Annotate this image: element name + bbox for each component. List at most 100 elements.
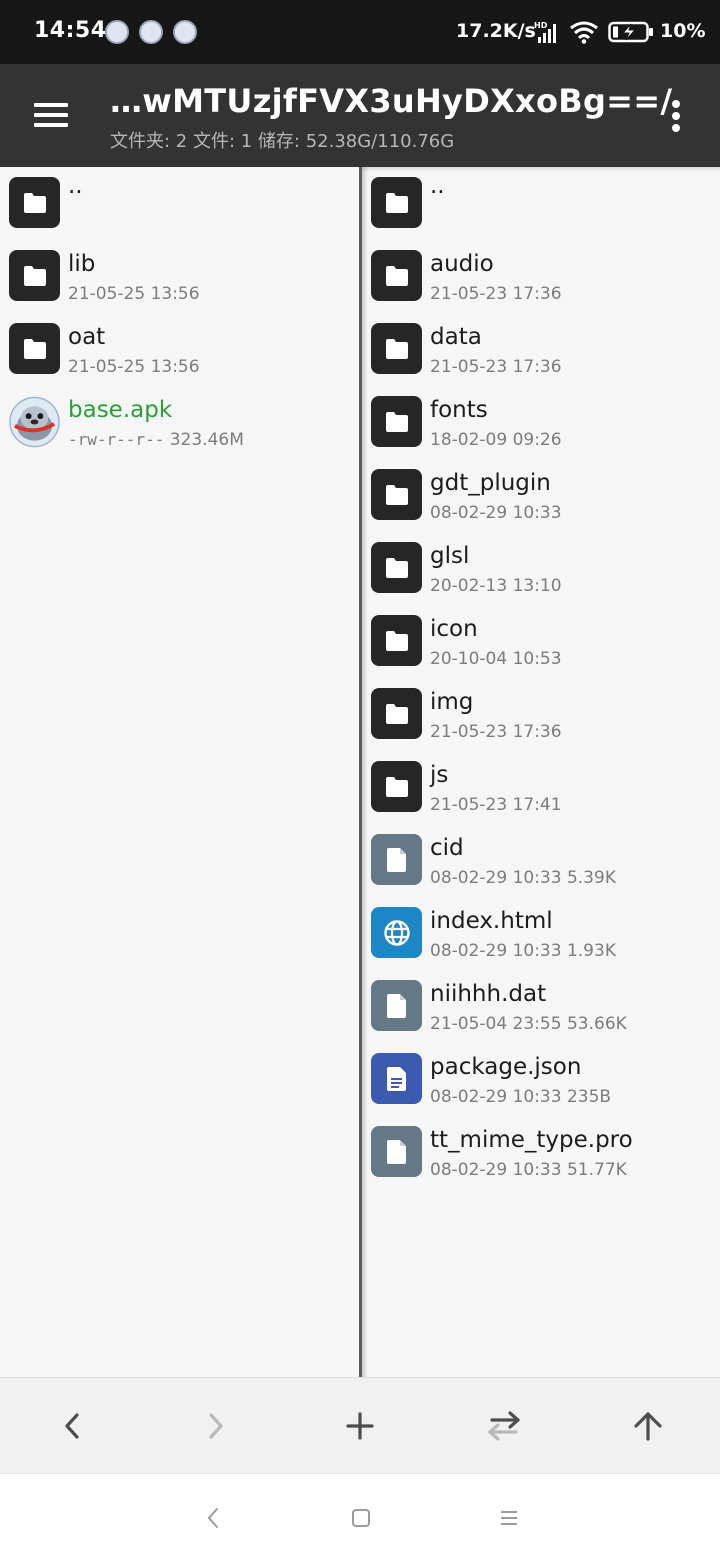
file-name: ..: [430, 173, 445, 199]
document-icon: [371, 1053, 422, 1104]
list-item-tt-mime-type[interactable]: tt_mime_type.pro 08-02-29 10:33 51.77K: [362, 1116, 720, 1189]
file-name: js: [430, 762, 449, 788]
file-meta: 21-05-23 17:36: [430, 357, 562, 377]
folder-icon: [371, 688, 422, 739]
file-meta: 18-02-09 09:26: [430, 430, 562, 450]
file-size: 323.46M: [169, 430, 244, 450]
file-name: ..: [68, 173, 83, 199]
list-item-index-html[interactable]: index.html 08-02-29 10:33 1.93K: [362, 897, 720, 970]
file-name: glsl: [430, 543, 470, 569]
file-permissions: -rw-r--r--: [68, 430, 165, 449]
file-meta: -rw-r--r-- 323.46M: [68, 430, 244, 450]
list-item-cid[interactable]: cid 08-02-29 10:33 5.39K: [362, 824, 720, 897]
nav-back-icon[interactable]: [199, 1504, 227, 1532]
file-icon: [371, 980, 422, 1031]
list-item-package-json[interactable]: package.json 08-02-29 10:33 235B: [362, 1043, 720, 1116]
svg-text:HD: HD: [534, 21, 548, 30]
folder-icon: [371, 177, 422, 228]
list-item-oat[interactable]: oat 21-05-25 13:56: [0, 313, 360, 386]
folder-icon: [9, 250, 60, 301]
globe-icon: [371, 907, 422, 958]
file-name: img: [430, 689, 474, 715]
network-speed: 17.2K/s: [456, 20, 536, 42]
back-arrow-icon[interactable]: [48, 1402, 96, 1450]
notification-app-icon: [173, 20, 197, 44]
file-meta: 21-05-23 17:41: [430, 795, 562, 815]
status-bar: 14:54 17.2K/s HD 10%: [0, 0, 720, 64]
folder-icon: [371, 250, 422, 301]
file-meta: 21-05-23 17:36: [430, 284, 562, 304]
file-meta: 20-10-04 10:53: [430, 649, 562, 669]
status-time: 14:54: [34, 18, 107, 43]
folder-icon: [371, 542, 422, 593]
file-meta: 08-02-29 10:33: [430, 503, 562, 523]
folder-icon: [371, 396, 422, 447]
file-name: lib: [68, 251, 96, 277]
more-options-icon[interactable]: [656, 92, 696, 140]
file-meta: 08-02-29 10:33 235B: [430, 1087, 612, 1107]
file-name: fonts: [430, 397, 488, 423]
file-icon: [371, 1126, 422, 1177]
hd-signal-icon: HD: [534, 21, 556, 43]
battery-percent: 10%: [660, 20, 706, 42]
list-item-glsl[interactable]: glsl 20-02-13 13:10: [362, 532, 720, 605]
forward-arrow-icon[interactable]: [192, 1402, 240, 1450]
list-item-data[interactable]: data 21-05-23 17:36: [362, 313, 720, 386]
menu-icon[interactable]: [26, 92, 76, 138]
list-item-niihhh-dat[interactable]: niihhh.dat 21-05-04 23:55 53.66K: [362, 970, 720, 1043]
file-name: gdt_plugin: [430, 470, 551, 496]
battery-charging-icon: [608, 21, 653, 43]
file-name: base.apk: [68, 397, 173, 423]
left-file-pane[interactable]: .. lib 21-05-25 13:56 oat 21-05-25 13:56: [0, 167, 360, 1377]
folder-icon: [371, 615, 422, 666]
list-item-fonts[interactable]: fonts 18-02-09 09:26: [362, 386, 720, 459]
system-nav-bar: [0, 1473, 720, 1560]
app-bar: …wMTUzjfFVX3uHyDXxoBg==/ 文件夹: 2 文件: 1 储存…: [0, 64, 720, 167]
notification-app-icon: [139, 20, 163, 44]
file-name: tt_mime_type.pro: [430, 1127, 633, 1153]
nav-recents-icon[interactable]: [495, 1504, 523, 1532]
file-name: niihhh.dat: [430, 981, 547, 1007]
list-item-lib[interactable]: lib 21-05-25 13:56: [0, 240, 360, 313]
file-meta: 21-05-23 17:36: [430, 722, 562, 742]
file-meta: 08-02-29 10:33 1.93K: [430, 941, 616, 961]
path-title: …wMTUzjfFVX3uHyDXxoBg==/: [110, 82, 673, 120]
file-name: package.json: [430, 1054, 582, 1080]
file-meta: 08-02-29 10:33 5.39K: [430, 868, 616, 888]
file-name: index.html: [430, 908, 553, 934]
list-item-img[interactable]: img 21-05-23 17:36: [362, 678, 720, 751]
file-meta: 21-05-04 23:55 53.66K: [430, 1014, 627, 1034]
wifi-icon: [570, 21, 598, 44]
nav-home-icon[interactable]: [347, 1504, 375, 1532]
bottom-toolbar: [0, 1377, 720, 1473]
folder-icon: [9, 177, 60, 228]
list-item-audio[interactable]: audio 21-05-23 17:36: [362, 240, 720, 313]
file-meta: 21-05-25 13:56: [68, 284, 200, 304]
file-icon: [371, 834, 422, 885]
list-item-base-apk[interactable]: base.apk -rw-r--r-- 323.46M: [0, 386, 360, 459]
folder-icon: [371, 761, 422, 812]
folder-icon: [371, 323, 422, 374]
file-name: oat: [68, 324, 106, 350]
file-meta: 21-05-25 13:56: [68, 357, 200, 377]
notification-app-icon: [105, 20, 129, 44]
file-name: audio: [430, 251, 494, 277]
folder-icon: [371, 469, 422, 520]
right-file-pane[interactable]: .. audio 21-05-23 17:36 data 21-05-23 17…: [362, 167, 720, 1377]
storage-stats: 文件夹: 2 文件: 1 储存: 52.38G/110.76G: [110, 131, 455, 152]
list-item-icon[interactable]: icon 20-10-04 10:53: [362, 605, 720, 678]
folder-icon: [9, 323, 60, 374]
plus-icon[interactable]: [336, 1402, 384, 1450]
list-item-gdt-plugin[interactable]: gdt_plugin 08-02-29 10:33: [362, 459, 720, 532]
list-item-parent[interactable]: ..: [362, 167, 720, 240]
file-name: cid: [430, 835, 464, 861]
file-name: data: [430, 324, 482, 350]
apk-app-icon: [9, 396, 60, 447]
file-meta: 08-02-29 10:33 51.77K: [430, 1160, 627, 1180]
swap-icon[interactable]: [480, 1402, 528, 1450]
file-name: icon: [430, 616, 478, 642]
file-meta: 20-02-13 13:10: [430, 576, 562, 596]
up-arrow-icon[interactable]: [624, 1402, 672, 1450]
list-item-js[interactable]: js 21-05-23 17:41: [362, 751, 720, 824]
list-item-parent[interactable]: ..: [0, 167, 360, 240]
